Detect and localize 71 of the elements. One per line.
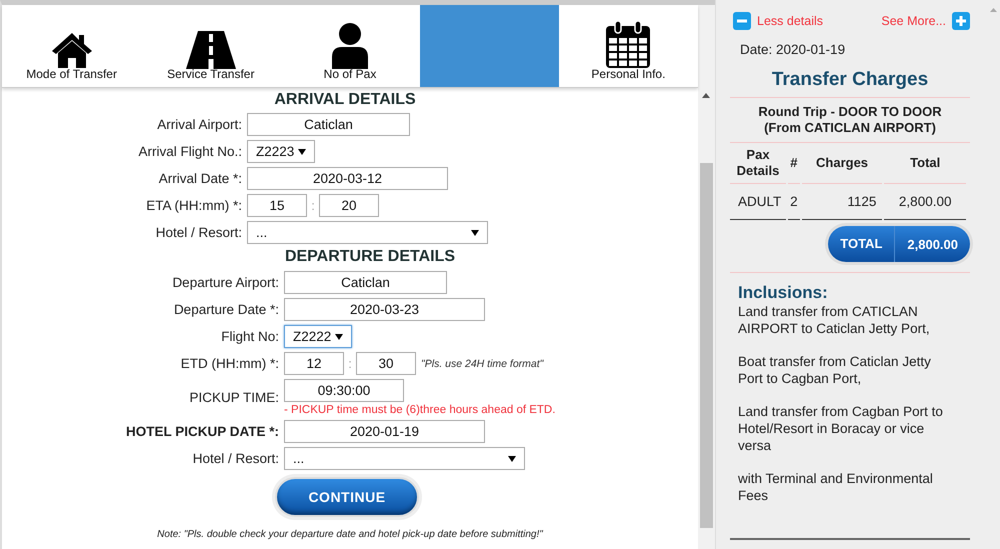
column-header: Total bbox=[884, 143, 966, 184]
step-tab[interactable]: Mode of Transfer bbox=[2, 5, 142, 87]
section-heading: ARRIVAL DETAILS bbox=[273, 91, 417, 109]
format-hint: "Pls. use 24H time format" bbox=[421, 358, 544, 370]
caret-icon bbox=[471, 230, 479, 236]
input-field[interactable]: 09:30:00 bbox=[284, 379, 404, 402]
step-label: Mode of Transfer bbox=[26, 67, 117, 81]
field-label: Arrival Date *: bbox=[158, 171, 242, 186]
road-icon bbox=[186, 31, 236, 69]
input-field[interactable]: 12 bbox=[284, 352, 344, 375]
input-field[interactable]: 30 bbox=[356, 352, 416, 375]
person-icon bbox=[330, 23, 370, 69]
inclusion-text: Land transfer from CATICLAN AIRPORT to Caticlan Jetty Port, bbox=[738, 303, 931, 337]
input-field[interactable]: 2020-03-12 bbox=[247, 167, 448, 190]
scrollbar-thumb[interactable] bbox=[700, 163, 713, 528]
trip-description: Round Trip - DOOR TO DOOR (From CATICLAN AIRPORT) bbox=[730, 97, 970, 143]
scroll-up-icon[interactable] bbox=[702, 93, 710, 98]
input-field[interactable]: 15 bbox=[247, 194, 307, 217]
input-field[interactable]: Caticlan bbox=[247, 113, 410, 136]
step-tab[interactable]: No of Pax bbox=[280, 5, 420, 87]
caret-icon bbox=[298, 148, 306, 154]
field-label: Departure Airport: bbox=[171, 275, 279, 290]
field-label: Arrival Flight No.: bbox=[137, 144, 242, 159]
step-tab[interactable]: Service Transfer bbox=[141, 5, 280, 87]
input-field[interactable]: 20 bbox=[319, 194, 379, 217]
dropdown[interactable]: Z2223 bbox=[247, 140, 315, 163]
total-badge: TOTAL 2,800.00 bbox=[828, 226, 970, 262]
step-label: No of Pax bbox=[324, 67, 376, 81]
column-header: Pax Details bbox=[730, 143, 786, 184]
field-label: Hotel / Resort: bbox=[154, 225, 242, 240]
table-cell: 2,800.00 bbox=[884, 184, 966, 220]
section-heading: DEPARTURE DETAILS bbox=[284, 248, 456, 266]
charges-title: Transfer Charges bbox=[770, 69, 930, 91]
step-label: Service Transfer bbox=[167, 67, 254, 81]
input-field[interactable]: Caticlan bbox=[284, 271, 447, 294]
house-icon bbox=[50, 31, 94, 69]
step-label: Personal Info. bbox=[591, 67, 666, 81]
inclusion-text: with Terminal and Environmental Fees bbox=[738, 470, 934, 504]
table-cell: 1125 bbox=[802, 184, 882, 220]
caret-icon bbox=[508, 456, 516, 462]
field-label: PICKUP TIME: bbox=[188, 390, 279, 405]
field-label: ETD (HH:mm) *: bbox=[180, 356, 279, 371]
inclusions-heading: Inclusions: bbox=[738, 283, 829, 303]
step-tab[interactable]: Personal Info. bbox=[558, 5, 698, 87]
inclusion-text: Land transfer from Cagban Port to Hotel/Resort in Boracay or vice versa bbox=[738, 403, 944, 454]
note-text: Note: "Pls. double check your departure date and hotel pick-up date before submitting!" bbox=[156, 529, 544, 540]
calendar-icon bbox=[605, 21, 652, 69]
input-field[interactable]: 2020-01-19 bbox=[284, 420, 485, 443]
field-label: Arrival Airport: bbox=[156, 117, 242, 132]
dropdown[interactable]: ... bbox=[247, 221, 488, 244]
minus-icon[interactable] bbox=[733, 12, 751, 30]
time-separator: : bbox=[310, 198, 316, 213]
table-cell: ADULT bbox=[730, 184, 786, 220]
dropdown[interactable]: ... bbox=[284, 447, 525, 470]
inclusion-text: Boat transfer from Caticlan Jetty Port to Cagban Port, bbox=[738, 353, 932, 387]
field-label: HOTEL PICKUP DATE *: bbox=[124, 424, 279, 439]
error-message: - PICKUP time must be (6)three hours ahead of ETD. bbox=[284, 404, 556, 416]
field-label: Flight No: bbox=[220, 329, 279, 344]
table-cell: 2 bbox=[788, 184, 800, 220]
field-label: ETA (HH:mm) *: bbox=[145, 198, 242, 213]
input-field[interactable]: 2020-03-23 bbox=[284, 298, 485, 321]
column-header: Charges bbox=[802, 143, 882, 184]
time-separator: : bbox=[347, 356, 353, 371]
field-label: Hotel / Resort: bbox=[192, 451, 279, 466]
plus-icon[interactable] bbox=[952, 12, 970, 30]
field-label: Departure Date *: bbox=[172, 302, 279, 317]
continue-button[interactable]: CONTINUE bbox=[275, 477, 419, 517]
date-text: Date: 2020-01-19 bbox=[740, 42, 846, 57]
dropdown[interactable]: Z2222 bbox=[284, 325, 352, 348]
caret-icon bbox=[335, 334, 343, 340]
column-header: # bbox=[788, 143, 800, 184]
